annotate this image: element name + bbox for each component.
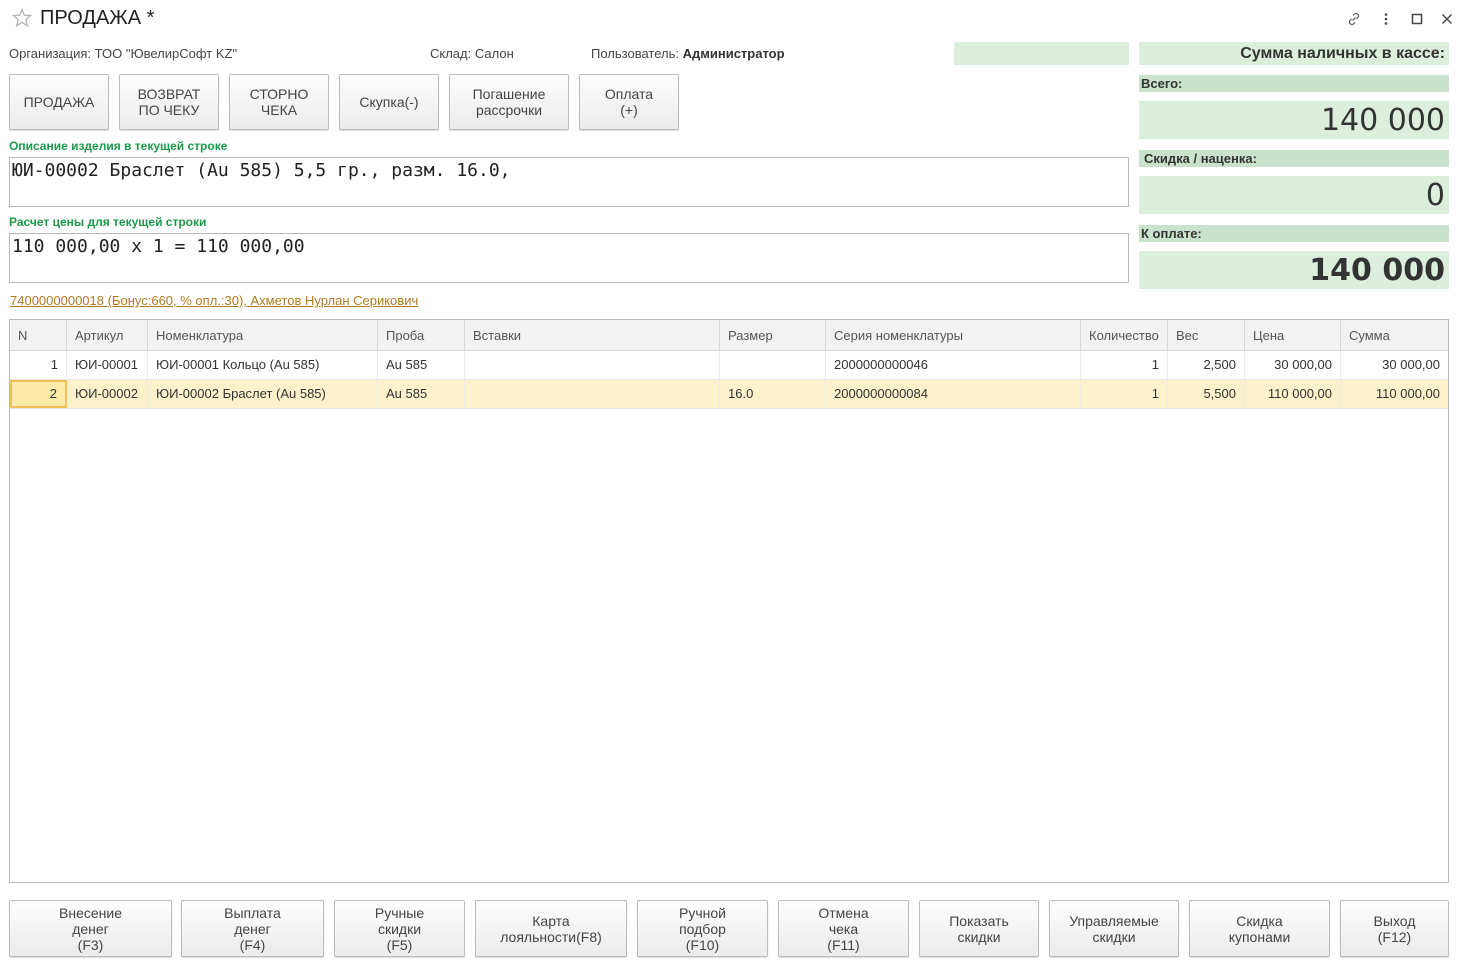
cash-out-button[interactable]: Выплата денег (F4) — [181, 900, 324, 957]
organization-value: ТОО "ЮвелирСофт KZ" — [94, 46, 238, 61]
loyalty-card-button[interactable]: Карта лояльности(F8) — [475, 900, 627, 957]
cell-series[interactable]: 2000000000046 — [826, 351, 1081, 379]
loyalty-card-link[interactable]: 7400000000018 (Бонус:660, % опл.:30), Ах… — [10, 293, 418, 308]
to-pay-value: 140 000 — [1139, 251, 1449, 289]
column-header-weight[interactable]: Вес — [1168, 320, 1245, 351]
column-header-n[interactable]: N — [10, 320, 67, 351]
column-header-series[interactable]: Серия номенклатуры — [826, 320, 1081, 351]
window-title: ПРОДАЖА * — [40, 7, 155, 29]
cancel-receipt-button[interactable]: Отмена чека (F11) — [778, 900, 909, 957]
cell-weight[interactable]: 5,500 — [1168, 380, 1245, 408]
sale-button[interactable]: ПРОДАЖА — [9, 74, 109, 130]
to-pay-label: К оплате: — [1139, 225, 1449, 242]
return-by-receipt-button[interactable]: ВОЗВРАТ ПО ЧЕКУ — [119, 74, 219, 130]
cell-probe[interactable]: Au 585 — [378, 380, 465, 408]
manual-discounts-button[interactable]: Ручные скидки (F5) — [334, 900, 465, 957]
cell-series[interactable]: 2000000000084 — [826, 380, 1081, 408]
cell-size[interactable]: 16.0 — [720, 380, 826, 408]
more-menu-icon[interactable] — [1377, 10, 1395, 28]
column-header-inserts[interactable]: Вставки — [465, 320, 720, 351]
warehouse-value: Салон — [474, 46, 514, 61]
status-indicator — [954, 42, 1129, 65]
cash-in-button[interactable]: Внесение денег (F3) — [9, 900, 172, 957]
description-label: Описание изделия в текущей строке — [9, 139, 228, 153]
manual-selection-button[interactable]: Ручной подбор (F10) — [637, 900, 768, 957]
total-label: Всего: — [1139, 75, 1449, 92]
cell-quantity[interactable]: 1 — [1081, 380, 1168, 408]
installment-payment-button[interactable]: Погашение рассрочки — [449, 74, 569, 130]
cell-nomenclature[interactable]: ЮИ-00001 Кольцо (Au 585) — [148, 351, 378, 379]
cell-price[interactable]: 30 000,00 — [1245, 351, 1341, 379]
cell-n[interactable]: 1 — [10, 351, 67, 379]
item-description-field[interactable]: ЮИ-00002 Браслет (Au 585) 5,5 гр., разм.… — [9, 157, 1129, 207]
column-header-size[interactable]: Размер — [720, 320, 826, 351]
storno-receipt-button[interactable]: СТОРНО ЧЕКА — [229, 74, 329, 130]
favorite-star-icon[interactable] — [11, 7, 33, 28]
table-row[interactable]: 1 ЮИ-00001 ЮИ-00001 Кольцо (Au 585) Au 5… — [10, 351, 1448, 380]
title-bar: ПРОДАЖА * — [0, 0, 1466, 38]
cell-sum[interactable]: 30 000,00 — [1341, 351, 1448, 379]
close-icon[interactable] — [1438, 10, 1456, 28]
coupon-discount-button[interactable]: Скидка купонами — [1189, 900, 1330, 957]
cell-article[interactable]: ЮИ-00002 — [67, 380, 148, 408]
cash-in-register-title: Сумма наличных в кассе: — [1139, 42, 1449, 65]
total-value: 140 000 — [1139, 101, 1449, 139]
column-header-quantity[interactable]: Количество — [1081, 320, 1168, 351]
cell-size[interactable] — [720, 351, 826, 379]
user-label: Пользователь: — [591, 46, 679, 61]
user-info: Пользователь: Администратор — [591, 46, 785, 61]
cell-inserts[interactable] — [465, 351, 720, 379]
cell-article[interactable]: ЮИ-00001 — [67, 351, 148, 379]
column-header-article[interactable]: Артикул — [67, 320, 148, 351]
column-header-nomenclature[interactable]: Номенклатура — [148, 320, 378, 351]
column-header-probe[interactable]: Проба — [378, 320, 465, 351]
discount-value: 0 — [1139, 176, 1449, 214]
column-header-sum[interactable]: Сумма — [1341, 320, 1448, 351]
price-calc-label: Расчет цены для текущей строки — [9, 215, 207, 229]
cell-inserts[interactable] — [465, 380, 720, 408]
table-header: N Артикул Номенклатура Проба Вставки Раз… — [10, 320, 1448, 351]
price-calc-field[interactable]: 110 000,00 x 1 = 110 000,00 — [9, 233, 1129, 283]
cell-sum[interactable]: 110 000,00 — [1341, 380, 1448, 408]
table-row-selected[interactable]: 2 ЮИ-00002 ЮИ-00002 Браслет (Au 585) Au … — [10, 380, 1448, 409]
cell-quantity[interactable]: 1 — [1081, 351, 1168, 379]
warehouse-info: Склад: Салон — [430, 46, 514, 61]
payment-button[interactable]: Оплата (+) — [579, 74, 679, 130]
buyback-button[interactable]: Скупка(-) — [339, 74, 439, 130]
cell-n[interactable]: 2 — [10, 380, 67, 408]
exit-button[interactable]: Выход (F12) — [1340, 900, 1449, 957]
cell-probe[interactable]: Au 585 — [378, 351, 465, 379]
cell-weight[interactable]: 2,500 — [1168, 351, 1245, 379]
organization-info: Организация: ТОО "ЮвелирСофт KZ" — [9, 46, 237, 61]
cell-price[interactable]: 110 000,00 — [1245, 380, 1341, 408]
organization-label: Организация: — [9, 46, 92, 61]
managed-discounts-button[interactable]: Управляемые скидки — [1049, 900, 1179, 957]
user-value: Администратор — [682, 46, 785, 61]
show-discounts-button[interactable]: Показать скидки — [919, 900, 1039, 957]
discount-label: Скидка / наценка: — [1139, 150, 1449, 167]
warehouse-label: Склад: — [430, 46, 472, 61]
maximize-icon[interactable] — [1408, 10, 1426, 28]
column-header-price[interactable]: Цена — [1245, 320, 1341, 351]
goods-table[interactable]: N Артикул Номенклатура Проба Вставки Раз… — [9, 319, 1449, 883]
link-icon[interactable] — [1345, 10, 1363, 28]
cell-nomenclature[interactable]: ЮИ-00002 Браслет (Au 585) — [148, 380, 378, 408]
